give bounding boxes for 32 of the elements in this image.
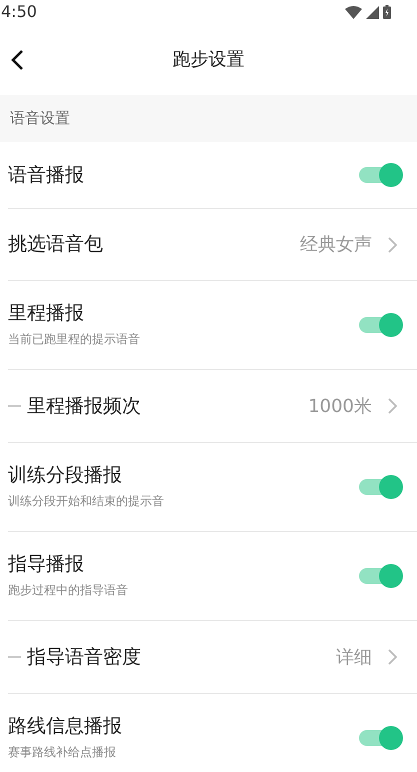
setting-label: 指导语音密度 [27, 646, 141, 668]
setting-value[interactable]: 1000米 [308, 392, 372, 420]
chevron-left-icon[interactable] [10, 48, 24, 70]
toggle-switch[interactable] [359, 564, 403, 588]
chevron-right-icon [388, 236, 397, 252]
wifi-icon [345, 6, 362, 18]
page-title: 跑步设置 [172, 48, 244, 72]
toggle-switch[interactable] [359, 726, 403, 750]
setting-value[interactable]: 经典女声 [300, 231, 372, 258]
toggle-switch[interactable] [359, 475, 403, 499]
chevron-right-icon [388, 649, 397, 665]
indent-dash [8, 656, 21, 658]
section-header: 语音设置 [10, 108, 70, 130]
signal-icon [366, 6, 379, 18]
setting-label: 路线信息播报 [8, 714, 122, 738]
setting-description: 训练分段开始和结束的提示音 [8, 493, 165, 510]
setting-value[interactable]: 详细 [336, 644, 372, 670]
chevron-right-icon [388, 398, 397, 414]
setting-label: 里程播报 [8, 302, 84, 324]
setting-description: 赛事路线补给点播报 [8, 744, 117, 762]
setting-label: 语音播报 [8, 164, 84, 186]
setting-description: 当前已跑里程的提示语音 [8, 331, 141, 348]
indent-dash [8, 404, 21, 407]
battery-icon [383, 5, 391, 19]
setting-label: 里程播报频次 [27, 394, 141, 418]
setting-description: 跑步过程中的指导语音 [8, 582, 129, 600]
status-time: 4:50 [1, 1, 37, 23]
setting-label: 训练分段播报 [8, 464, 122, 486]
setting-label: 指导播报 [8, 552, 84, 576]
setting-label: 挑选语音包 [8, 233, 103, 256]
toggle-switch[interactable] [359, 313, 403, 337]
toggle-switch[interactable] [359, 163, 403, 187]
